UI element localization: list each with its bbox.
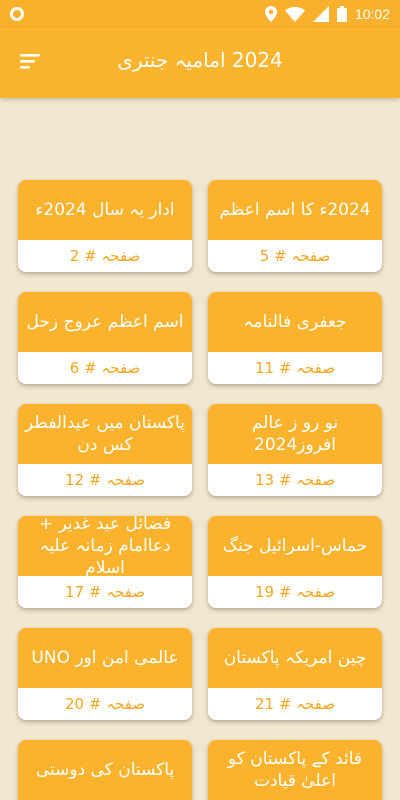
card-jafri-falnama[interactable]: جعفری فالنامہ صفحہ # 11 — [208, 292, 382, 384]
app-bar: 2024 امامیہ جنتری — [0, 28, 400, 98]
card-nowruz[interactable]: نو رو ز عالم افروز2024 صفحہ # 13 — [208, 404, 382, 496]
battery-icon — [336, 6, 347, 22]
card-page-label: صفحہ # 12 — [18, 464, 192, 496]
card-title: ادار یہ سال 2024ء — [35, 200, 175, 220]
card-title: حماس-اسرائیل جنگ — [222, 536, 368, 556]
card-title: اسم اعظم عروج زحل — [26, 312, 184, 332]
card-page-label: صفحہ # 13 — [208, 464, 382, 496]
card-page-label: صفحہ # 2 — [18, 240, 192, 272]
content-grid: ادار یہ سال 2024ء صفحہ # 2 2024ء کا اسم … — [0, 98, 400, 800]
card-editorial[interactable]: ادار یہ سال 2024ء صفحہ # 2 — [18, 180, 192, 272]
card-eid-ghadeer[interactable]: فضائل عید غدیر + دعاامام زمانہ علیہ اسلا… — [18, 516, 192, 608]
location-icon — [264, 6, 277, 22]
card-page-label: صفحہ # 6 — [18, 352, 192, 384]
card-china-america-pakistan[interactable]: چین امریکہ پاکستان صفحہ # 21 — [208, 628, 382, 720]
card-ism-azam-zuhal[interactable]: اسم اعظم عروج زحل صفحہ # 6 — [18, 292, 192, 384]
card-page-label: صفحہ # 17 — [18, 576, 192, 608]
card-title: جعفری فالنامہ — [243, 312, 347, 332]
card-title: فضائل عید غدیر + دعاامام زمانہ علیہ اسلا… — [38, 516, 172, 578]
card-title: 2024ء کا اسم اعظم — [219, 200, 371, 220]
card-ism-azam-2024[interactable]: 2024ء کا اسم اعظم صفحہ # 5 — [208, 180, 382, 272]
status-bar: 10:02 — [0, 0, 400, 28]
signal-icon — [312, 6, 329, 22]
circle-notification-icon — [10, 7, 24, 21]
card-title: عالمی امن اور UNO — [31, 648, 179, 668]
card-page-label: صفحہ # 21 — [208, 688, 382, 720]
wifi-icon — [284, 6, 305, 22]
card-page-label: صفحہ # 20 — [18, 688, 192, 720]
card-pakistan-friendship[interactable]: پاکستان کی دوستی — [18, 740, 192, 800]
card-title: پاکستان میں عیدالفطر کس دن — [25, 413, 185, 455]
card-eid-ul-fitr[interactable]: پاکستان میں عیدالفطر کس دن صفحہ # 12 — [18, 404, 192, 496]
card-title: نو رو ز عالم افروز2024 — [251, 413, 339, 455]
card-title: چین امریکہ پاکستان — [223, 648, 367, 668]
card-page-label: صفحہ # 5 — [208, 240, 382, 272]
card-hamas-israel[interactable]: حماس-اسرائیل جنگ صفحہ # 19 — [208, 516, 382, 608]
page-title: 2024 امامیہ جنتری — [117, 48, 283, 72]
card-page-label: صفحہ # 11 — [208, 352, 382, 384]
card-title: پاکستان کی دوستی — [35, 760, 175, 780]
card-quaid-leadership[interactable]: قائد کے پاکستان کو اعلیٰ قیادت — [208, 740, 382, 800]
card-title: قائد کے پاکستان کو اعلیٰ قیادت — [227, 749, 363, 791]
card-world-peace-uno[interactable]: عالمی امن اور UNO صفحہ # 20 — [18, 628, 192, 720]
card-page-label: صفحہ # 19 — [208, 576, 382, 608]
status-time: 10:02 — [354, 6, 390, 22]
